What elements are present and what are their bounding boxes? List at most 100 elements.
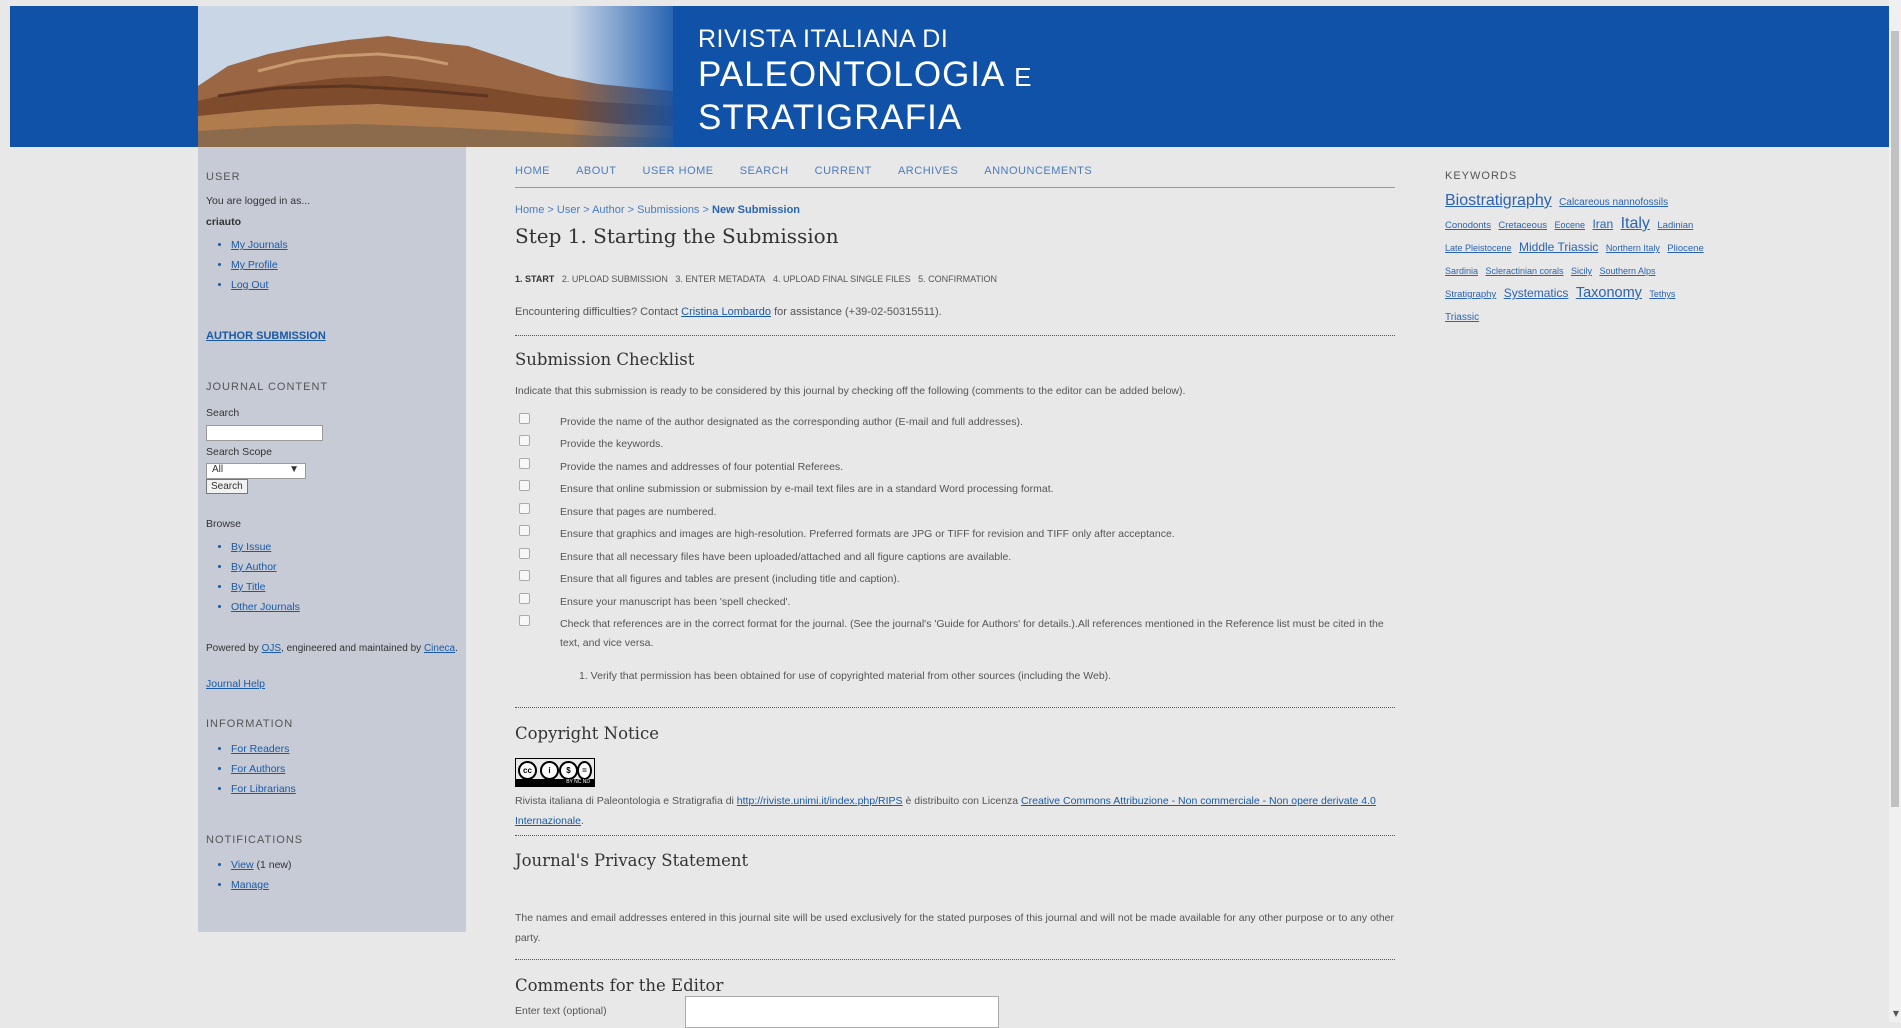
keyword-link[interactable]: Sicily xyxy=(1571,266,1592,276)
checklist-checkbox[interactable] xyxy=(519,593,530,604)
search-button[interactable]: Search xyxy=(206,479,248,494)
browse-item: By Title xyxy=(231,577,300,597)
vertical-scrollbar[interactable]: ▼ xyxy=(1889,0,1901,1022)
checklist-checkbox[interactable] xyxy=(519,548,530,559)
keyword-link[interactable]: Middle Triassic xyxy=(1519,240,1598,254)
checklist-checkbox[interactable] xyxy=(519,413,530,424)
title-line-1: RIVISTA ITALIANA DI xyxy=(698,25,949,53)
breadcrumb-author[interactable]: Author xyxy=(592,204,624,216)
checklist-checkbox[interactable] xyxy=(519,615,530,626)
keyword-link[interactable]: Late Pleistocene xyxy=(1445,243,1512,253)
keyword-link[interactable]: Conodonts xyxy=(1445,220,1491,231)
nav-home[interactable]: HOME xyxy=(515,165,550,177)
notifications-manage-link[interactable]: Manage xyxy=(231,879,269,891)
keyword-link[interactable]: Tethys xyxy=(1649,289,1675,299)
checklist-intro: Indicate that this submission is ready t… xyxy=(515,385,1186,397)
keyword-link[interactable]: Sardinia xyxy=(1445,266,1478,276)
title-line-3: STRATIGRAFIA xyxy=(698,98,963,137)
keyword-link[interactable]: Biostratigraphy xyxy=(1445,192,1552,209)
log-out-link[interactable]: Log Out xyxy=(231,279,268,291)
keyword-link[interactable]: Italy xyxy=(1621,215,1650,232)
section-divider xyxy=(515,835,1395,836)
nav-user-home[interactable]: USER HOME xyxy=(643,165,714,177)
keyword-link[interactable]: Calcareous nannofossils xyxy=(1559,197,1668,208)
journal-content-heading: JOURNAL CONTENT xyxy=(206,381,329,393)
nav-current[interactable]: CURRENT xyxy=(815,165,872,177)
section-divider xyxy=(515,707,1395,708)
checklist-checkbox[interactable] xyxy=(519,525,530,536)
keyword-link[interactable]: Iran xyxy=(1592,217,1613,231)
scrollbar-thumb[interactable] xyxy=(1891,31,1899,807)
nav-search[interactable]: SEARCH xyxy=(740,165,789,177)
journal-title[interactable]: RIVISTA ITALIANA DI PALEONTOLOGIA E STRA… xyxy=(698,24,1033,138)
contact-link[interactable]: Cristina Lombardo xyxy=(681,306,771,318)
keyword-link[interactable]: Eocene xyxy=(1554,220,1585,230)
information-links: For Readers For Authors For Librarians xyxy=(206,739,296,799)
search-scope-select[interactable]: All ▼ xyxy=(206,463,306,479)
journal-url-link[interactable]: http://riviste.unimi.it/index.php/RIPS xyxy=(737,795,903,807)
scroll-down-arrow-icon[interactable]: ▼ xyxy=(1893,1009,1899,1018)
banner-fade xyxy=(570,6,690,147)
notification-item: View (1 new) xyxy=(231,855,292,875)
powered-suffix: . xyxy=(455,643,458,654)
other-journals-link[interactable]: Other Journals xyxy=(231,601,300,613)
my-journals-link[interactable]: My Journals xyxy=(231,239,288,251)
keyword-link[interactable]: Taxonomy xyxy=(1576,285,1642,301)
author-submission-link[interactable]: AUTHOR SUBMISSION xyxy=(206,330,326,342)
checklist-label: Provide the names and addresses of four … xyxy=(560,461,844,473)
privacy-heading: Journal's Privacy Statement xyxy=(515,851,749,870)
checklist-checkbox[interactable] xyxy=(519,503,530,514)
journal-help-link[interactable]: Journal Help xyxy=(206,678,265,690)
checklist-checkbox[interactable] xyxy=(519,435,530,446)
breadcrumb-home[interactable]: Home xyxy=(515,204,544,216)
keyword-link[interactable]: Ladinian xyxy=(1657,220,1693,231)
checklist-label: Provide the name of the author designate… xyxy=(560,416,1023,428)
notifications-view-link[interactable]: View xyxy=(231,859,254,871)
checklist-label: Ensure your manuscript has been 'spell c… xyxy=(560,596,791,608)
checklist-label: Check that references are in the correct… xyxy=(560,618,1384,649)
difficulty-contact-text: Encountering difficulties? Contact Crist… xyxy=(515,306,942,318)
ojs-link[interactable]: OJS xyxy=(262,643,281,654)
my-profile-link[interactable]: My Profile xyxy=(231,259,278,271)
creative-commons-badge[interactable]: cc i $ = BY NC ND xyxy=(515,758,595,787)
browse-by-issue-link[interactable]: By Issue xyxy=(231,541,271,553)
cc-badge-top: cc i $ = xyxy=(516,759,594,780)
difficulty-suffix: for assistance (+39-02-50315511). xyxy=(774,306,942,318)
keyword-link[interactable]: Systematics xyxy=(1504,286,1569,300)
cineca-link[interactable]: Cineca xyxy=(424,643,455,654)
keyword-link[interactable]: Cretaceous xyxy=(1498,220,1547,231)
keyword-link[interactable]: Stratigraphy xyxy=(1445,289,1496,300)
nav-announcements[interactable]: ANNOUNCEMENTS xyxy=(984,165,1092,177)
for-authors-link[interactable]: For Authors xyxy=(231,763,285,775)
keyword-link[interactable]: Scleractinian corals xyxy=(1485,266,1563,276)
breadcrumb-submissions[interactable]: Submissions xyxy=(637,204,699,216)
username: criauto xyxy=(206,216,242,228)
browse-by-title-link[interactable]: By Title xyxy=(231,581,265,593)
sidebar-search-input[interactable] xyxy=(206,425,323,441)
information-item: For Authors xyxy=(231,759,296,779)
checklist-checkbox[interactable] xyxy=(519,570,530,581)
cc-badge-text: BY NC ND xyxy=(516,779,594,786)
checklist-checkbox[interactable] xyxy=(519,458,530,469)
notifications-count: (1 new) xyxy=(256,859,292,871)
powered-by-text: Powered by OJS, engineered and maintaine… xyxy=(206,643,461,654)
breadcrumb-user[interactable]: User xyxy=(557,204,580,216)
search-scope-value: All xyxy=(212,464,224,475)
nav-about[interactable]: ABOUT xyxy=(576,165,616,177)
checklist-checkbox[interactable] xyxy=(519,480,530,491)
for-readers-link[interactable]: For Readers xyxy=(231,743,289,755)
keyword-link[interactable]: Triassic xyxy=(1445,312,1479,323)
keywords-heading: KEYWORDS xyxy=(1445,170,1518,182)
keyword-link[interactable]: Northern Italy xyxy=(1606,243,1660,253)
cc-by-icon: i xyxy=(540,761,559,780)
browse-item: By Issue xyxy=(231,537,300,557)
browse-item: Other Journals xyxy=(231,597,300,617)
nav-archives[interactable]: ARCHIVES xyxy=(898,165,958,177)
comments-textarea[interactable] xyxy=(685,996,999,1028)
checklist-label: Provide the keywords. xyxy=(560,438,664,450)
browse-by-author-link[interactable]: By Author xyxy=(231,561,277,573)
keyword-link[interactable]: Pliocene xyxy=(1667,243,1703,254)
for-librarians-link[interactable]: For Librarians xyxy=(231,783,296,795)
checklist-label: Ensure that pages are numbered. xyxy=(560,506,717,518)
keyword-link[interactable]: Southern Alps xyxy=(1599,266,1655,276)
